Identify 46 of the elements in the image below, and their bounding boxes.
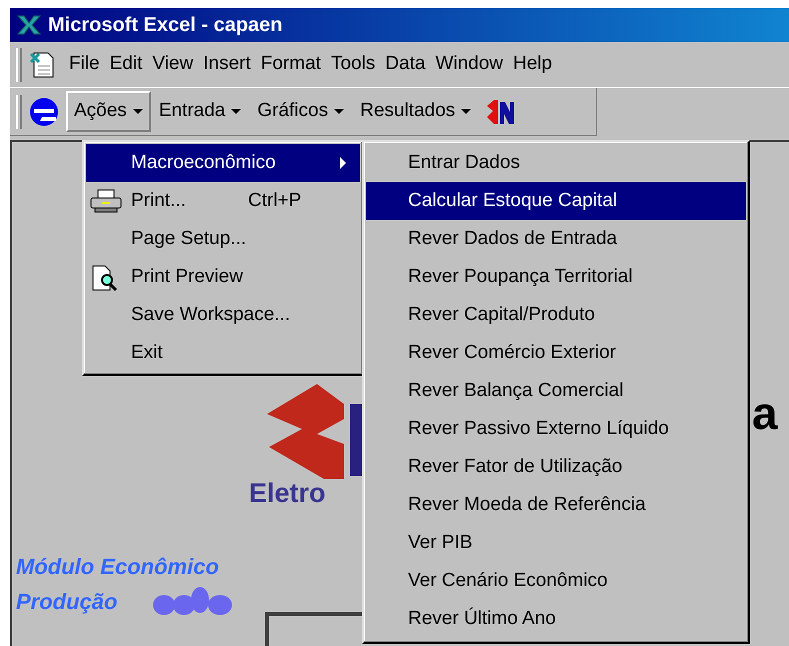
shortcut-text: Ctrl+P xyxy=(248,188,302,213)
logo-caption: Eletro xyxy=(249,480,326,507)
menu-bar-item[interactable]: Data xyxy=(380,48,430,81)
menu-item[interactable]: Macroeconômico xyxy=(86,144,360,182)
caret-icon xyxy=(334,109,344,114)
menu-item[interactable]: Rever Poupança Territorial xyxy=(366,258,746,296)
menu-item[interactable]: Rever Comércio Exterior xyxy=(366,334,746,372)
menu-item[interactable]: Rever Último Ano xyxy=(366,600,746,638)
menu-bar-item[interactable]: Insert xyxy=(198,48,256,81)
menu-bar-item[interactable]: Format xyxy=(256,48,326,81)
menu-item[interactable]: Rever Moeda de Referência xyxy=(366,486,746,524)
menu-item[interactable]: Ver Cenário Econômico xyxy=(366,562,746,600)
menu-bar-item[interactable]: Tools xyxy=(326,48,380,81)
menu-item[interactable]: Calcular Estoque Capital xyxy=(366,182,746,220)
menu-item[interactable]: Save Workspace... xyxy=(86,296,360,334)
menu-bar-item[interactable]: File xyxy=(64,48,105,81)
menu-bar-item[interactable]: Window xyxy=(430,48,508,81)
window-title: Microsoft Excel - capaen xyxy=(48,13,283,38)
menu-item[interactable]: Rever Balança Comercial xyxy=(366,372,746,410)
menu-item[interactable]: Page Setup... xyxy=(86,220,360,258)
menu-item[interactable]: Ver PIB xyxy=(366,524,746,562)
menu-item[interactable]: Rever Fator de Utilização xyxy=(366,448,746,486)
caret-icon xyxy=(132,109,143,114)
printer-icon xyxy=(90,189,122,213)
caret-icon xyxy=(231,109,242,114)
grip-handle[interactable] xyxy=(16,94,22,128)
menu-item[interactable]: Rever Capital/Produto xyxy=(366,296,746,334)
logo-icon[interactable] xyxy=(485,98,516,126)
module-subtitle: Produção xyxy=(16,588,118,616)
grip-handle[interactable] xyxy=(16,48,22,82)
menu-bar-item[interactable]: Edit xyxy=(104,48,148,81)
menu-bar-item[interactable]: Help xyxy=(508,48,558,81)
heading-text: a xyxy=(752,390,778,436)
menu-item[interactable]: Rever Passivo Externo Líquido xyxy=(366,410,746,448)
module-title: Módulo Econômico xyxy=(16,553,219,581)
submenu-arrow-icon xyxy=(340,157,346,169)
menu-item[interactable]: Rever Dados de Entrada xyxy=(366,220,746,258)
spreadsheet-x-icon xyxy=(16,14,42,36)
logo-icon xyxy=(152,587,234,617)
toolbar-menu-button[interactable]: Ações xyxy=(66,91,151,132)
menu-item[interactable]: Exit xyxy=(86,334,360,372)
caret-icon xyxy=(461,109,472,114)
menu-bar-item[interactable]: View xyxy=(147,48,198,81)
menu-item[interactable]: Print... Ctrl+P xyxy=(86,182,360,220)
menu-item[interactable]: Print Preview xyxy=(86,258,360,296)
menu-item[interactable]: Entrar Dados xyxy=(366,144,746,182)
